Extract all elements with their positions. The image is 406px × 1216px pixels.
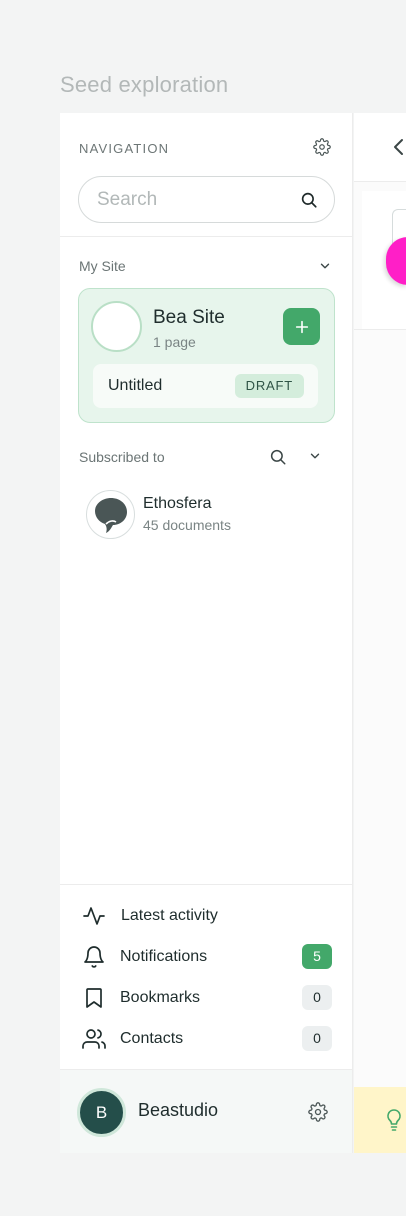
page-title: Seed exploration	[60, 72, 229, 97]
subscribed-search-icon[interactable]	[267, 446, 289, 468]
collapse-chevron-left-icon[interactable]	[392, 137, 406, 159]
my-site-label: My Site	[79, 258, 126, 274]
lightbulb-icon	[385, 1108, 403, 1132]
user-name[interactable]: Beastudio	[138, 1100, 218, 1121]
subscribed-label: Subscribed to	[79, 449, 165, 465]
search-box[interactable]	[78, 176, 335, 223]
tip-bar[interactable]	[354, 1087, 406, 1153]
contacts-icon	[82, 1027, 106, 1051]
nav-item-label: Latest activity	[121, 907, 218, 924]
nav-header: NAVIGATION	[79, 138, 333, 160]
status-badge: DRAFT	[234, 374, 304, 398]
divider	[60, 236, 352, 237]
my-site-chevron-down-icon[interactable]	[316, 257, 334, 275]
site-card[interactable]: Bea Site 1 page Untitled DRAFT	[78, 288, 335, 423]
editor-toolbar	[354, 113, 406, 182]
bookmarks-count-badge: 0	[302, 985, 332, 1010]
divider	[60, 884, 352, 885]
user-settings-gear-icon[interactable]	[307, 1101, 329, 1123]
contacts-count-badge: 0	[302, 1026, 332, 1051]
site-avatar	[91, 301, 142, 352]
nav-item-notifications[interactable]: Notifications 5	[82, 942, 332, 972]
ethosfera-logo-icon	[86, 490, 135, 539]
nav-item-latest-activity[interactable]: Latest activity	[82, 901, 332, 931]
navigation-sidebar: NAVIGATION My Site Bea Site 1 page Untit…	[60, 113, 353, 1153]
notifications-count-badge: 5	[302, 944, 332, 969]
nav-item-label: Bookmarks	[120, 989, 201, 1006]
editor-panel	[354, 113, 406, 1153]
user-bar: B Beastudio	[60, 1069, 352, 1153]
bookmark-icon	[82, 986, 106, 1010]
subscription-doc-count: 45 documents	[143, 517, 231, 533]
search-icon[interactable]	[298, 189, 320, 211]
nav-item-bookmarks[interactable]: Bookmarks 0	[82, 983, 332, 1013]
site-name: Bea Site	[153, 307, 225, 328]
search-input[interactable]	[97, 189, 287, 211]
nav-title: NAVIGATION	[79, 141, 170, 156]
nav-item-contacts[interactable]: Contacts 0	[82, 1024, 332, 1054]
nav-item-label: Contacts	[120, 1030, 184, 1047]
page-row[interactable]: Untitled DRAFT	[93, 364, 318, 408]
subscription-item[interactable]: Ethosfera 45 documents	[86, 490, 326, 540]
avatar[interactable]: B	[77, 1088, 126, 1137]
bell-icon	[82, 945, 106, 969]
nav-item-label: Notifications	[120, 948, 208, 965]
nav-settings-gear-icon[interactable]	[311, 136, 333, 158]
activity-icon	[82, 904, 106, 928]
add-page-button[interactable]	[283, 308, 320, 345]
page-title-untitled: Untitled	[108, 377, 163, 394]
divider	[354, 329, 406, 330]
site-page-count: 1 page	[153, 334, 196, 350]
subscribed-chevron-down-icon[interactable]	[306, 447, 324, 465]
subscription-name: Ethosfera	[143, 495, 212, 512]
